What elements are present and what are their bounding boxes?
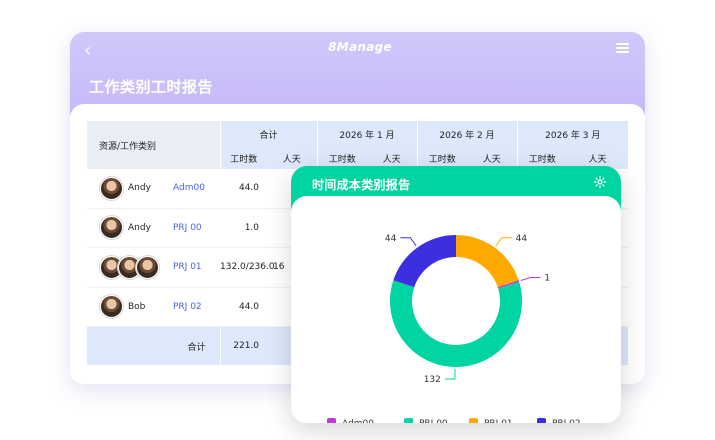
category-link[interactable]: PRJ 00 <box>171 208 221 248</box>
donut-slice-prj-01[interactable] <box>456 235 519 288</box>
total-hours: 221.0 <box>219 326 268 365</box>
legend-swatch <box>537 418 546 423</box>
legend-swatch <box>469 418 478 423</box>
modal-body: 44 1 132 44 Adm00 PRJ 00 PRJ 01 PRJ 02 <box>291 196 621 423</box>
legend-label: Adm00 <box>342 419 374 423</box>
resource-cell: Andy <box>87 169 171 209</box>
legend-label: PRJ 02 <box>552 419 581 423</box>
avatar <box>100 176 123 200</box>
legend-swatch <box>327 418 336 423</box>
avatar <box>136 255 159 279</box>
legend-label: PRJ 01 <box>484 419 513 423</box>
cost-category-report-modal: 时间成本类别报告 44 1 132 44 Adm00 PRJ 00 PRJ 01 PRJ 0… <box>291 166 621 423</box>
total-label: 合计 <box>87 326 221 365</box>
hamburger-menu-icon[interactable] <box>616 43 629 54</box>
page-title: 工作类别工时报告 <box>89 78 214 96</box>
leader-line <box>444 368 456 380</box>
subheader: 工时数 <box>219 147 268 169</box>
corner-header: 资源/工作类别 <box>87 121 221 169</box>
modal-title: 时间成本类别报告 <box>312 178 411 192</box>
resource-name: Andy <box>128 222 151 233</box>
donut-slice-prj-00[interactable] <box>390 280 522 367</box>
avatar <box>100 216 123 240</box>
group-header: 2026 年 3 月 <box>516 121 629 147</box>
hours-cell: 44.0 <box>220 169 268 209</box>
donut-chart: 44 1 132 44 <box>385 234 550 385</box>
resource-cell: Bob <box>87 287 171 327</box>
resource-name: Bob <box>128 301 146 312</box>
back-arrow-icon[interactable]: ‹ <box>84 41 104 61</box>
legend-item[interactable]: Adm00 <box>327 418 374 423</box>
category-link[interactable]: Adm00 <box>171 169 221 209</box>
hours-cell: 132.0/236.0 <box>220 247 275 288</box>
legend-item[interactable]: PRJ 02 <box>537 418 581 423</box>
hours-cell: 1.0 <box>220 208 268 248</box>
legend-label: PRJ 00 <box>419 419 448 423</box>
group-header: 2026 年 2 月 <box>416 121 518 147</box>
chart-legend: Adm00 PRJ 00 PRJ 01 PRJ 02 <box>291 418 621 423</box>
group-header: 合计 <box>219 121 318 147</box>
legend-swatch <box>404 418 413 423</box>
data-label: 1 <box>544 274 550 284</box>
group-header: 2026 年 1 月 <box>316 121 418 147</box>
resource-cell <box>87 247 171 288</box>
category-link[interactable]: PRJ 01 <box>171 247 221 288</box>
legend-item[interactable]: PRJ 00 <box>404 418 448 423</box>
category-link[interactable]: PRJ 02 <box>171 287 221 327</box>
legend-item[interactable]: PRJ 01 <box>469 418 513 423</box>
donut-slice-prj-02[interactable] <box>393 235 456 288</box>
leader-line <box>520 277 541 282</box>
data-label: 44 <box>385 234 397 244</box>
resource-cell: Andy <box>87 208 171 248</box>
brand-logo: 8Manage <box>328 40 392 54</box>
avatar <box>100 295 123 319</box>
hours-cell: 44.0 <box>220 287 268 327</box>
data-label: 132 <box>424 375 441 385</box>
leader-line <box>495 237 512 247</box>
leader-line <box>400 237 417 247</box>
resource-name: Andy <box>128 183 151 194</box>
data-label: 44 <box>516 234 528 244</box>
gear-icon[interactable] <box>593 175 607 189</box>
